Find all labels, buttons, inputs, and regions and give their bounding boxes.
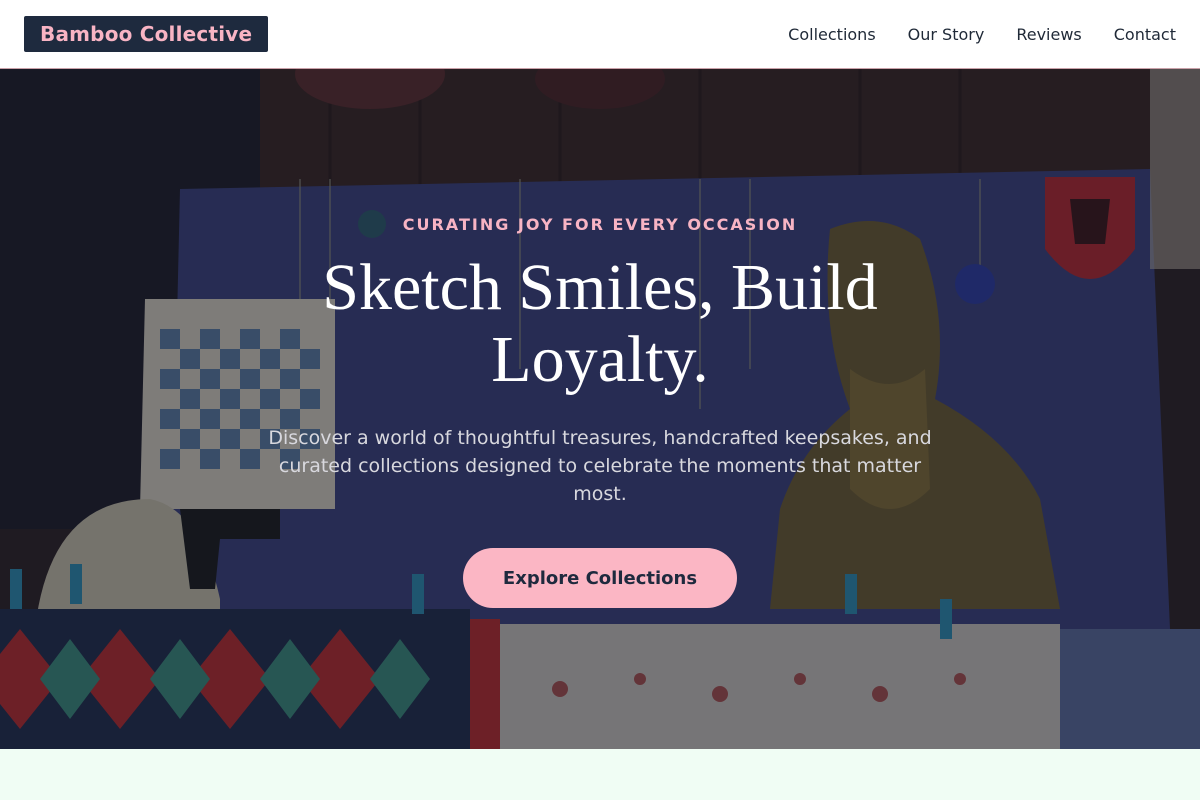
explore-collections-button[interactable]: Explore Collections [463,548,737,608]
hero-content: CURATING JOY FOR EVERY OCCASION Sketch S… [0,69,1200,749]
hero-headline: Sketch Smiles, Build Loyalty. [322,251,878,396]
hero-eyebrow: CURATING JOY FOR EVERY OCCASION [402,215,798,234]
nav-link-reviews[interactable]: Reviews [1016,25,1081,44]
main-nav: Collections Our Story Reviews Contact [788,25,1176,44]
next-section-band [0,749,1200,800]
hero-subtext: Discover a world of thoughtful treasures… [268,427,932,505]
hero-section: CURATING JOY FOR EVERY OCCASION Sketch S… [0,69,1200,749]
nav-link-collections[interactable]: Collections [788,25,875,44]
brand-logo[interactable]: Bamboo Collective [24,16,269,52]
nav-link-our-story[interactable]: Our Story [908,25,985,44]
site-header: Bamboo Collective Collections Our Story … [0,0,1200,69]
nav-link-contact[interactable]: Contact [1114,25,1176,44]
